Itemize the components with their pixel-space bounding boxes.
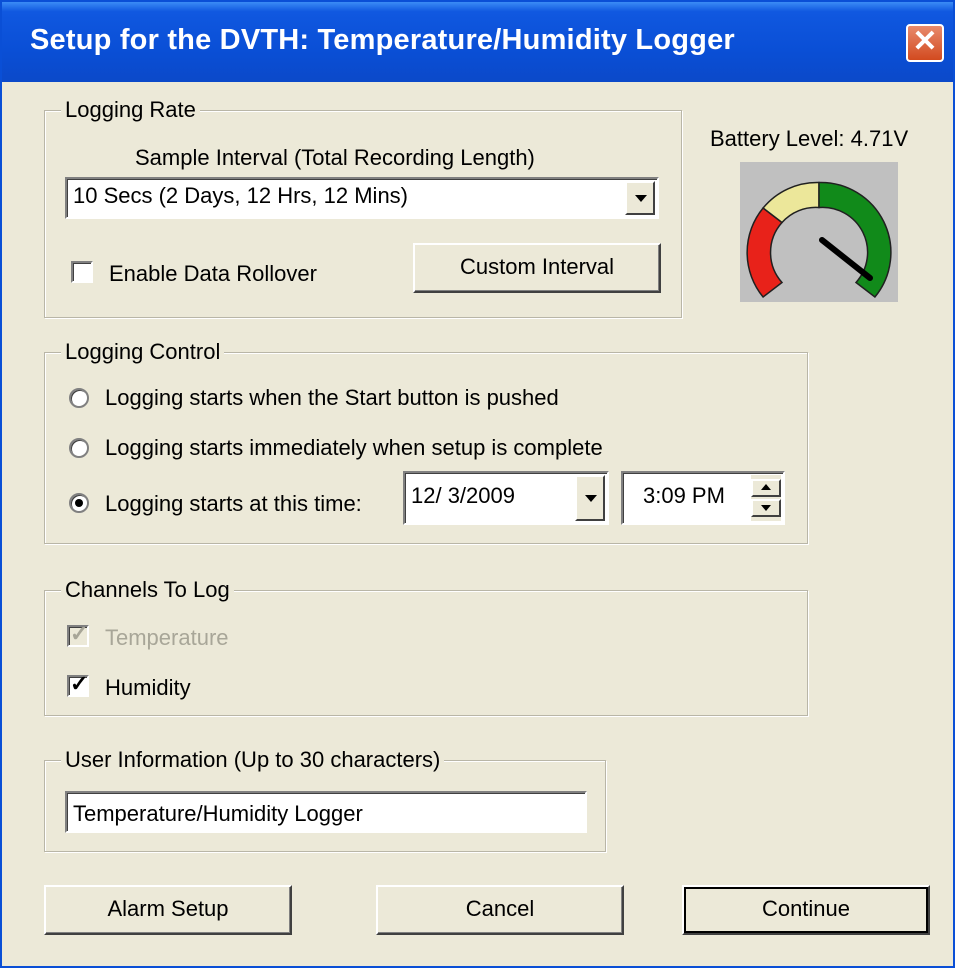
user-info-legend: User Information (Up to 30 characters) [61, 747, 445, 773]
logging-rate-legend: Logging Rate [61, 97, 200, 123]
cancel-label: Cancel [465, 896, 535, 921]
radio-start-at-time[interactable] [69, 493, 89, 513]
radio-start-immediately-label[interactable]: Logging starts immediately when setup is… [105, 435, 603, 461]
alarm-setup-button[interactable]: Alarm Setup [44, 885, 292, 935]
temperature-checkbox: ✓ [67, 621, 89, 647]
sample-interval-dropdown-button[interactable] [625, 181, 655, 215]
radio-start-at-time-label[interactable]: Logging starts at this time: [105, 491, 362, 517]
channels-legend: Channels To Log [61, 577, 234, 603]
start-time-value: 3:09 PM [643, 483, 725, 508]
close-icon[interactable]: ✕ [906, 24, 944, 62]
sample-interval-value: 10 Secs (2 Days, 12 Hrs, 12 Mins) [73, 183, 409, 208]
check-icon: ✓ [70, 671, 89, 696]
radio-start-button-label[interactable]: Logging starts when the Start button is … [105, 385, 559, 411]
chevron-up-icon [761, 484, 771, 490]
continue-label: Continue [761, 896, 851, 921]
dialog-body: Logging Rate Sample Interval (Total Reco… [2, 82, 953, 966]
spin-up-button[interactable] [751, 479, 781, 497]
channels-group: Channels To Log ✓ Temperature ✓ Humidity [44, 577, 808, 716]
start-time-picker[interactable]: 3:09 PM [621, 471, 785, 525]
logging-control-legend: Logging Control [61, 339, 225, 365]
title-bar[interactable]: Setup for the DVTH: Temperature/Humidity… [2, 2, 953, 82]
continue-button[interactable]: Continue [682, 885, 930, 935]
setup-dialog: Setup for the DVTH: Temperature/Humidity… [0, 0, 955, 968]
user-info-group: User Information (Up to 30 characters) T… [44, 747, 606, 852]
radio-selected-dot [75, 499, 83, 507]
battery-level-label: Battery Level: 4.71V [710, 126, 909, 151]
start-date-picker[interactable]: 12/ 3/2009 [403, 471, 609, 525]
enable-rollover-label[interactable]: Enable Data Rollover [109, 261, 317, 287]
custom-interval-button[interactable]: Custom Interval [413, 243, 661, 293]
check-icon: ✓ [70, 621, 89, 646]
sample-interval-select[interactable]: 10 Secs (2 Days, 12 Hrs, 12 Mins) [65, 177, 659, 219]
cancel-button[interactable]: Cancel [376, 885, 624, 935]
user-info-value: Temperature/Humidity Logger [73, 801, 363, 826]
battery-gauge [740, 162, 898, 302]
custom-interval-label: Custom Interval [459, 254, 615, 279]
logging-rate-group: Logging Rate Sample Interval (Total Reco… [44, 97, 682, 318]
temperature-label: Temperature [105, 625, 229, 650]
time-spinner[interactable] [751, 475, 781, 521]
alarm-setup-label: Alarm Setup [107, 896, 229, 921]
chevron-down-icon [761, 505, 771, 511]
sample-interval-label: Sample Interval (Total Recording Length) [135, 145, 535, 170]
humidity-checkbox[interactable]: ✓ [67, 671, 89, 697]
spin-down-button[interactable] [751, 499, 781, 517]
radio-start-button[interactable] [69, 388, 89, 408]
user-info-input[interactable]: Temperature/Humidity Logger [65, 791, 587, 833]
humidity-label[interactable]: Humidity [105, 675, 191, 701]
start-date-value: 12/ 3/2009 [411, 483, 515, 508]
gauge-icon [740, 162, 898, 302]
chevron-down-icon [635, 195, 647, 202]
date-dropdown-button[interactable] [575, 475, 605, 521]
enable-rollover-checkbox[interactable] [71, 261, 93, 283]
radio-start-immediately[interactable] [69, 438, 89, 458]
logging-control-group: Logging Control Logging starts when the … [44, 339, 808, 544]
window-title: Setup for the DVTH: Temperature/Humidity… [30, 24, 735, 56]
chevron-down-icon [585, 495, 597, 502]
